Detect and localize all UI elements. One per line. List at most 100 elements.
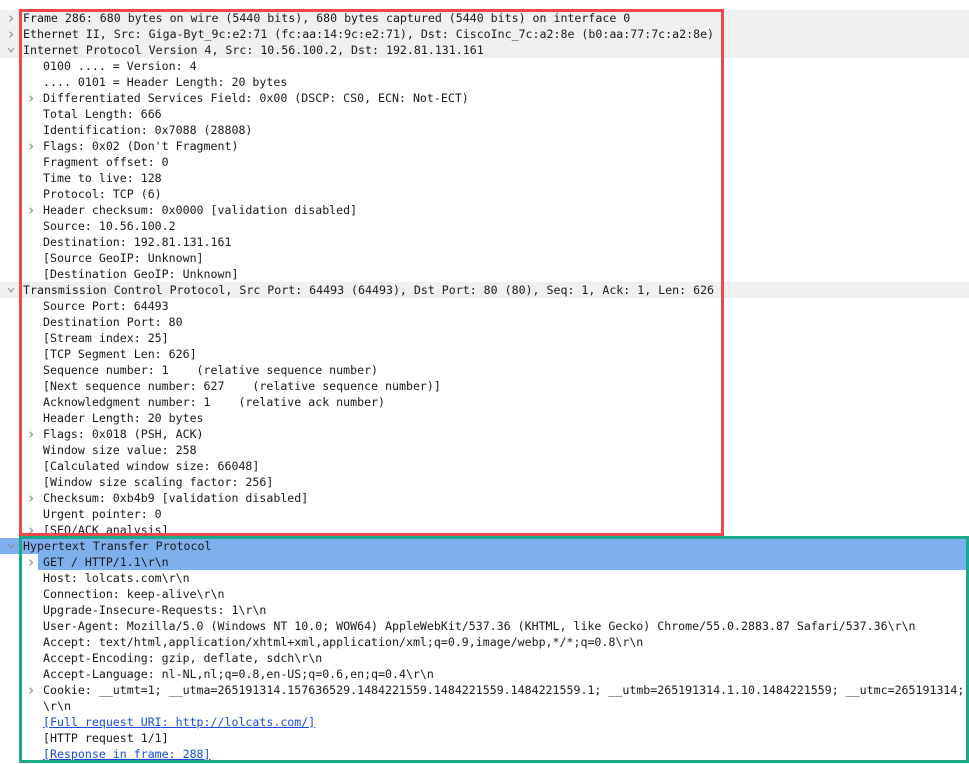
field-tree-item[interactable]: Sequence number: 1 (relative sequence nu… [0,362,969,378]
protocol-tree-item[interactable]: › Frame 286: 680 bytes on wire (5440 bits… [0,10,969,26]
field-tree-item[interactable]: [Response in frame: 288] [0,746,969,762]
field-tree-item[interactable]: › Flags: 0x02 (Don't Fragment) [0,138,969,154]
field-tree-item[interactable]: Time to live: 128 [0,170,969,186]
field-tree-item[interactable]: [TCP Segment Len: 626] [0,346,969,362]
field-tree-item[interactable]: › Checksum: 0xb4b9 [validation disabled] [0,490,969,506]
chevron-right-icon[interactable]: › [5,10,17,26]
protocol-tree-item[interactable]: › Ethernet II, Src: Giga-Byt_9c:e2:71 (fc… [0,26,969,42]
field-label: Header checksum: 0x0000 [validation disa… [43,203,358,217]
field-label: Acknowledgment number: 1 (relative ack n… [43,395,386,409]
field-label: Hypertext Transfer Protocol [23,539,212,553]
field-tree-item[interactable]: \r\n [0,698,969,714]
field-label: Flags: 0x02 (Don't Fragment) [43,139,239,153]
chevron-right-icon[interactable]: › [25,426,37,442]
field-label: Source: 10.56.100.2 [43,219,176,233]
field-tree-item[interactable]: [Source GeoIP: Unknown] [0,250,969,266]
field-tree-item[interactable]: Upgrade-Insecure-Requests: 1\r\n [0,602,969,618]
field-label: Destination Port: 80 [43,315,183,329]
field-label: Destination: 192.81.131.161 [43,235,232,249]
field-tree-item[interactable]: › Differentiated Services Field: 0x00 (DS… [0,90,969,106]
field-label: Sequence number: 1 (relative sequence nu… [43,363,379,377]
field-tree-item[interactable]: Destination Port: 80 [0,314,969,330]
field-label: Urgent pointer: 0 [43,507,162,521]
field-tree-item[interactable]: Destination: 192.81.131.161 [0,234,969,250]
chevron-right-icon[interactable]: › [25,522,37,538]
field-tree-item[interactable]: [Window size scaling factor: 256] [0,474,969,490]
field-tree-item[interactable]: Header Length: 20 bytes [0,410,969,426]
field-label: Internet Protocol Version 4, Src: 10.56.… [23,43,484,57]
field-label: Source Port: 64493 [43,299,169,313]
field-tree-item[interactable]: [Full request URI: http://lolcats.com/] [0,714,969,730]
field-link[interactable]: [Response in frame: 288] [43,746,211,762]
field-tree-item[interactable]: Source Port: 64493 [0,298,969,314]
field-label: Upgrade-Insecure-Requests: 1\r\n [43,603,267,617]
field-tree-item[interactable]: [Next sequence number: 627 (relative seq… [0,378,969,394]
field-tree-item[interactable]: › GET / HTTP/1.1\r\n [0,554,969,570]
field-tree-item[interactable]: [Stream index: 25] [0,330,969,346]
chevron-right-icon[interactable]: › [25,554,37,570]
field-tree-item[interactable]: [HTTP request 1/1] [0,730,969,746]
field-label: [Window size scaling factor: 256] [43,475,274,489]
field-label: Transmission Control Protocol, Src Port:… [23,283,715,297]
field-tree-item[interactable]: [Destination GeoIP: Unknown] [0,266,969,282]
field-label: Fragment offset: 0 [43,155,169,169]
field-tree-item[interactable]: › [SEQ/ACK analysis] [0,522,969,538]
field-tree-item[interactable]: Total Length: 666 [0,106,969,122]
field-tree-item[interactable]: Identification: 0x7088 (28808) [0,122,969,138]
field-tree-item[interactable]: Acknowledgment number: 1 (relative ack n… [0,394,969,410]
chevron-right-icon[interactable]: › [25,490,37,506]
field-tree-item[interactable]: Source: 10.56.100.2 [0,218,969,234]
field-label: Header Length: 20 bytes [43,411,204,425]
field-tree-item[interactable]: Accept-Encoding: gzip, deflate, sdch\r\n [0,650,969,666]
field-label: [Calculated window size: 66048] [43,459,260,473]
field-tree-item[interactable]: Accept-Language: nl-NL,nl;q=0.8,en-US;q=… [0,666,969,682]
field-label: Host: lolcats.com\r\n [43,571,190,585]
field-link[interactable]: [Full request URI: http://lolcats.com/] [43,714,315,730]
field-label: Identification: 0x7088 (28808) [43,123,253,137]
field-label: Accept: text/html,application/xhtml+xml,… [43,635,644,649]
field-label: [Destination GeoIP: Unknown] [43,267,239,281]
protocol-tree-item[interactable]: ⌄ Hypertext Transfer Protocol [0,538,969,554]
field-tree-item[interactable]: Protocol: TCP (6) [0,186,969,202]
chevron-down-icon[interactable]: ⌄ [5,282,17,298]
chevron-right-icon[interactable]: › [5,26,17,42]
field-label: [Source GeoIP: Unknown] [43,251,204,265]
field-tree-item[interactable]: Accept: text/html,application/xhtml+xml,… [0,634,969,650]
field-tree-item[interactable]: › Header checksum: 0x0000 [validation dis… [0,202,969,218]
field-label: [Next sequence number: 627 (relative seq… [43,379,441,393]
field-label: [Stream index: 25] [43,331,169,345]
chevron-right-icon[interactable]: › [25,138,37,154]
field-tree-item[interactable]: › Cookie: __utmt=1; __utma=265191314.1576… [0,682,969,698]
field-label: \r\n [43,699,71,713]
selection-highlight [38,554,969,570]
field-label: Cookie: __utmt=1; __utma=265191314.15763… [43,683,965,697]
field-label: Accept-Encoding: gzip, deflate, sdch\r\n [43,651,323,665]
field-label: [SEQ/ACK analysis] [43,523,169,537]
field-tree-item[interactable]: 0100 .... = Version: 4 [0,58,969,74]
protocol-tree-item[interactable]: ⌄ Internet Protocol Version 4, Src: 10.56… [0,42,969,58]
field-label: Flags: 0x018 (PSH, ACK) [43,427,204,441]
field-tree-item[interactable]: .... 0101 = Header Length: 20 bytes [0,74,969,90]
chevron-right-icon[interactable]: › [25,682,37,698]
field-tree-item[interactable]: Connection: keep-alive\r\n [0,586,969,602]
field-label: Differentiated Services Field: 0x00 (DSC… [43,91,469,105]
chevron-down-icon[interactable]: ⌄ [5,42,17,58]
field-tree-item[interactable]: [Calculated window size: 66048] [0,458,969,474]
chevron-right-icon[interactable]: › [25,90,37,106]
chevron-down-icon[interactable]: ⌄ [5,538,17,554]
field-label: Checksum: 0xb4b9 [validation disabled] [43,491,309,505]
field-tree-item[interactable]: Fragment offset: 0 [0,154,969,170]
chevron-right-icon[interactable]: › [25,202,37,218]
field-label: Window size value: 258 [43,443,197,457]
field-label: Connection: keep-alive\r\n [43,587,225,601]
field-tree-item[interactable]: › Flags: 0x018 (PSH, ACK) [0,426,969,442]
field-label: User-Agent: Mozilla/5.0 (Windows NT 10.0… [43,619,916,633]
field-tree-item[interactable]: Window size value: 258 [0,442,969,458]
field-tree-item[interactable]: User-Agent: Mozilla/5.0 (Windows NT 10.0… [0,618,969,634]
field-tree-item[interactable]: Host: lolcats.com\r\n [0,570,969,586]
field-label: .... 0101 = Header Length: 20 bytes [43,75,288,89]
field-label: GET / HTTP/1.1\r\n [43,555,169,569]
field-tree-item[interactable]: Urgent pointer: 0 [0,506,969,522]
protocol-tree-item[interactable]: ⌄ Transmission Control Protocol, Src Port… [0,282,969,298]
field-label: Frame 286: 680 bytes on wire (5440 bits)… [23,11,631,25]
